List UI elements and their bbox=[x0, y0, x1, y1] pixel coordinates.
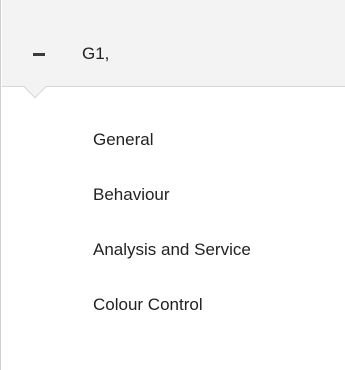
menu-item-analysis-and-service[interactable]: Analysis and Service bbox=[2, 222, 345, 277]
group-header-g1[interactable]: G1, bbox=[2, 0, 345, 87]
menu-list: General Behaviour Analysis and Service C… bbox=[2, 112, 345, 332]
menu-item-colour-control[interactable]: Colour Control bbox=[2, 277, 345, 332]
collapse-icon[interactable] bbox=[33, 53, 45, 56]
menu-item-general[interactable]: General bbox=[2, 112, 345, 167]
menu-item-behaviour[interactable]: Behaviour bbox=[2, 167, 345, 222]
settings-panel: G1, General Behaviour Analysis and Servi… bbox=[0, 0, 345, 370]
group-title: G1, bbox=[82, 44, 110, 63]
